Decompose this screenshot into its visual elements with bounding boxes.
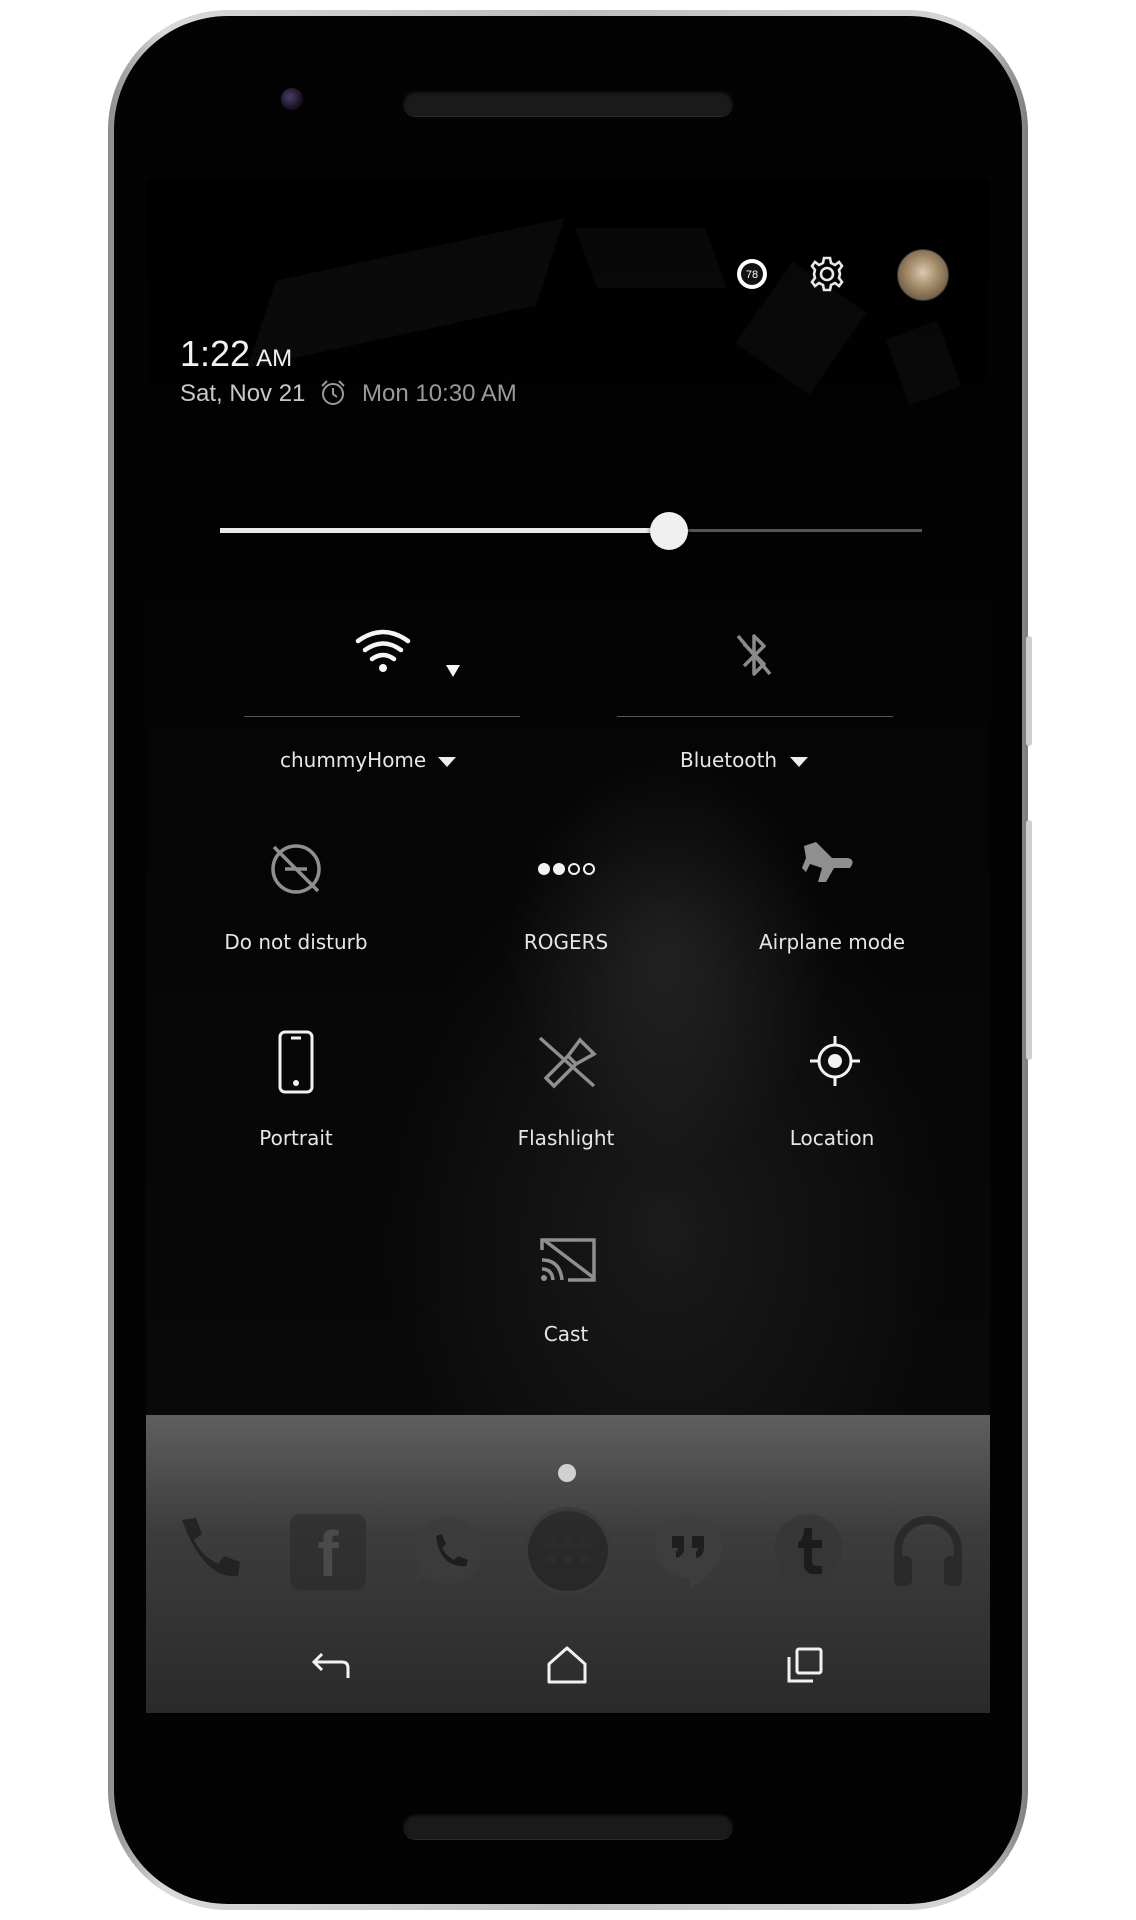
settings-gear-icon[interactable] [806,253,848,295]
flashlight-off-icon[interactable] [536,1034,598,1090]
volume-button [1026,820,1032,1060]
portrait-phone-icon[interactable] [278,1030,314,1094]
brightness-fill [220,528,670,533]
date-label: Sat, Nov 21 [180,380,306,407]
hangouts-icon[interactable] [650,1510,726,1592]
cast-icon[interactable] [538,1236,598,1284]
bottom-speaker [403,1813,733,1839]
battery-badge-icon: 78 [737,259,767,289]
tile-label-airplane-mode[interactable]: Airplane mode [734,930,930,954]
tumblr-icon[interactable] [770,1510,848,1592]
wifi-signal-indicator-icon [446,665,460,677]
phone-icon[interactable] [174,1514,244,1584]
page-indicator-dot [558,1464,576,1482]
airplane-icon[interactable] [802,838,858,886]
bluetooth-label[interactable]: Bluetooth [680,748,790,772]
back-icon[interactable] [308,1652,354,1682]
tile-label-location[interactable]: Location [734,1126,930,1150]
home-icon[interactable] [545,1644,589,1686]
clock: 1:22 AM [180,333,293,374]
tile-label-rogers[interactable]: ROGERS [468,930,664,954]
wifi-dropdown-chevron-icon[interactable] [438,757,456,767]
next-alarm[interactable]: Mon 10:30 AM [362,380,517,408]
bluetooth-dropdown-chevron-icon[interactable] [790,757,808,767]
do-not-disturb-icon[interactable] [266,839,326,899]
wifi-divider [244,716,520,717]
headphones-icon[interactable] [890,1510,966,1590]
brightness-thumb[interactable] [650,512,689,550]
user-avatar[interactable] [897,249,949,301]
wifi-network-label[interactable]: chummyHome [280,748,446,772]
power-button [1026,636,1032,746]
tile-label-cast[interactable]: Cast [468,1322,664,1346]
alarm-clock-icon [321,380,345,405]
tile-label-do-not-disturb[interactable]: Do not disturb [198,930,394,954]
wifi-icon[interactable] [354,627,412,675]
front-camera [281,88,303,110]
app-drawer-icon[interactable] [522,1505,614,1597]
tile-label-portrait[interactable]: Portrait [198,1126,394,1150]
location-crosshair-icon[interactable] [808,1034,862,1088]
bluetooth-divider [617,716,893,717]
whatsapp-icon[interactable] [410,1512,488,1592]
svg-text:78: 78 [746,269,758,281]
bluetooth-off-icon[interactable] [732,630,776,680]
top-speaker [403,90,733,116]
tile-label-flashlight[interactable]: Flashlight [468,1126,664,1150]
recents-icon[interactable] [786,1646,824,1684]
cellular-signal-icon[interactable] [536,860,598,878]
facebook-icon[interactable]: f [290,1514,366,1590]
